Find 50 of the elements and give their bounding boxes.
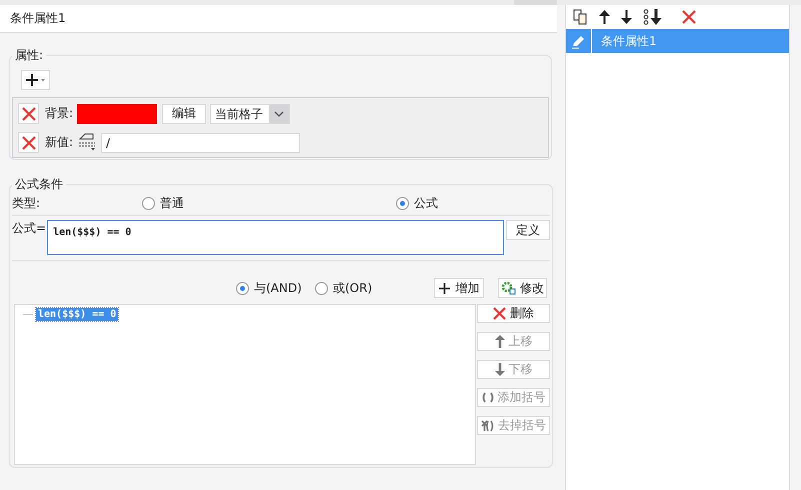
close-icon [22, 136, 36, 150]
field-label: 背景: [45, 105, 74, 122]
field-label: 类型: [12, 194, 40, 212]
radio-button[interactable] [142, 196, 156, 210]
value-field[interactable]: / [101, 132, 300, 152]
radio-option[interactable]: 或(OR) [315, 280, 434, 296]
pencil-icon [571, 34, 586, 48]
copy-button[interactable] [573, 9, 588, 25]
caret-icon [274, 110, 284, 116]
move-bottom-button[interactable] [643, 9, 663, 25]
delete-button[interactable]: 删除 [477, 304, 550, 323]
delete-icon [682, 10, 696, 24]
radio-option[interactable]: 与(AND) [236, 280, 315, 296]
parentheses-icon [482, 392, 494, 403]
add-button[interactable] [21, 70, 50, 90]
copy-icon [573, 9, 588, 25]
format-icon[interactable] [77, 131, 98, 151]
panel-title: 属性: [14, 47, 44, 64]
close-icon [493, 307, 506, 320]
arrow-down-icon [494, 363, 504, 376]
tab[interactable]: 条件属性1 [0, 5, 557, 33]
move-up-button[interactable] [599, 10, 610, 24]
delete-button[interactable] [682, 10, 696, 24]
radio-button[interactable] [236, 282, 249, 294]
remove-button[interactable] [18, 132, 39, 153]
radio-option[interactable]: 公式 [396, 194, 438, 212]
add-button[interactable]: 增加 [434, 278, 484, 298]
radio-button[interactable] [396, 196, 410, 210]
field-label: 新值: [45, 134, 74, 151]
arrow-up-icon [494, 335, 504, 348]
modify-button[interactable]: 修改 [498, 278, 547, 298]
field-label: 公式= [12, 220, 46, 237]
remove-parentheses-icon [481, 420, 494, 432]
plus-icon [438, 282, 450, 294]
edit-button[interactable]: 编辑 [162, 104, 206, 124]
remove-button[interactable] [18, 103, 39, 124]
define-button[interactable]: 定义 [506, 220, 550, 240]
arrow-up-icon [599, 10, 610, 24]
move-bottom-icon [643, 9, 663, 25]
radio-option[interactable]: 普通 [142, 194, 396, 212]
formula-field[interactable]: len($$$) == 0 [47, 220, 504, 255]
arrow-down-icon [621, 10, 632, 24]
panel-title: 公式条件 [14, 176, 64, 193]
scope-dropdown[interactable]: 当前格子 [210, 104, 290, 124]
close-icon [22, 106, 36, 120]
color-swatch[interactable] [77, 104, 158, 124]
radio-button[interactable] [315, 282, 328, 294]
move-down-button[interactable] [621, 10, 632, 24]
gear-icon [501, 281, 516, 295]
plus-icon [26, 74, 46, 86]
